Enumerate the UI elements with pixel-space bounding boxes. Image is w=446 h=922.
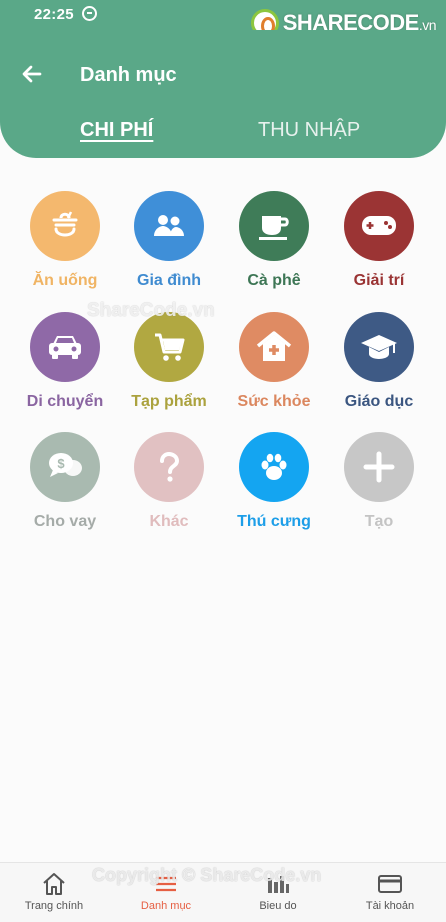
- category-circle: $: [30, 432, 100, 502]
- cart-icon: [155, 333, 185, 361]
- category-label: Tạp phẩm: [131, 393, 207, 410]
- tab-expense[interactable]: CHI PHÍ: [80, 119, 153, 142]
- nav-label: Danh mục: [140, 900, 192, 912]
- watermark-copyright: Copyright © ShareCode.vn: [92, 865, 322, 885]
- family-icon: [154, 215, 184, 236]
- sync-icon: [82, 6, 97, 21]
- category-label: Sức khỏe: [237, 393, 311, 410]
- category-circle: [239, 312, 309, 382]
- category-tao[interactable]: Tạo: [325, 432, 433, 531]
- status-bar: 22:25 SHARECODE.vn: [0, 0, 446, 37]
- category-circle: [239, 432, 309, 502]
- status-time: 22:25: [34, 6, 74, 23]
- category-an-uong[interactable]: Ăn uống: [11, 191, 119, 290]
- paw-icon: [261, 453, 287, 480]
- category-giao-duc[interactable]: Giáo dục: [325, 312, 433, 411]
- category-label: Giáo dục: [344, 393, 414, 410]
- category-cho-vay[interactable]: $ Cho vay: [11, 432, 119, 531]
- loan-icon: $: [49, 453, 82, 477]
- header: Danh mục CHI PHÍ THU NHẬP: [0, 30, 446, 158]
- question-icon: [160, 451, 180, 482]
- category-circle: [134, 312, 204, 382]
- category-label: Khác: [149, 513, 189, 530]
- category-di-chuyen[interactable]: Di chuyển: [11, 312, 119, 411]
- category-ca-phe[interactable]: Cà phê: [220, 191, 328, 290]
- category-label: Di chuyển: [26, 393, 104, 410]
- nav-label: Tài khoản: [365, 900, 415, 912]
- category-giai-tri[interactable]: Giải trí: [325, 191, 433, 290]
- gamepad-icon: [362, 216, 396, 235]
- category-label: Gia đình: [137, 272, 201, 289]
- category-circle: [239, 191, 309, 261]
- plus-icon: [363, 451, 395, 483]
- watermark-text: ShareCode.vn: [87, 300, 215, 321]
- svg-text:$: $: [57, 456, 65, 471]
- health-icon: [256, 331, 292, 361]
- category-circle: [134, 191, 204, 261]
- home-icon: [43, 873, 65, 895]
- category-label: Cho vay: [33, 513, 97, 530]
- category-thu-cung[interactable]: Thú cưng: [220, 432, 328, 531]
- food-icon: [52, 211, 78, 237]
- page-title: Danh mục: [80, 64, 177, 86]
- category-label: Ăn uống: [32, 272, 98, 289]
- nav-label: Bieu do: [259, 900, 297, 912]
- category-circle: [134, 432, 204, 502]
- category-circle: [344, 191, 414, 261]
- category-circle: [344, 312, 414, 382]
- car-icon: [49, 336, 81, 359]
- coffee-icon: [259, 216, 289, 240]
- category-label: Tạo: [364, 513, 394, 530]
- graduation-icon: [361, 335, 397, 359]
- category-label: Cà phê: [247, 272, 301, 289]
- category-circle: [344, 432, 414, 502]
- category-tap-pham[interactable]: Tạp phẩm: [115, 312, 223, 411]
- category-circle: [30, 312, 100, 382]
- category-label: Thú cưng: [237, 513, 311, 530]
- arrow-left-icon[interactable]: [20, 62, 44, 86]
- category-circle: [30, 191, 100, 261]
- nav-item-account[interactable]: Tài khoản: [334, 863, 446, 922]
- nav-label: Trang chính: [24, 900, 84, 912]
- tab-income[interactable]: THU NHẬP: [258, 119, 360, 142]
- card-icon: [378, 875, 402, 893]
- category-label: Giải trí: [353, 272, 405, 289]
- category-khac[interactable]: Khác: [115, 432, 223, 531]
- category-suc-khoe[interactable]: Sức khỏe: [220, 312, 328, 411]
- category-gia-dinh[interactable]: Gia đình: [115, 191, 223, 290]
